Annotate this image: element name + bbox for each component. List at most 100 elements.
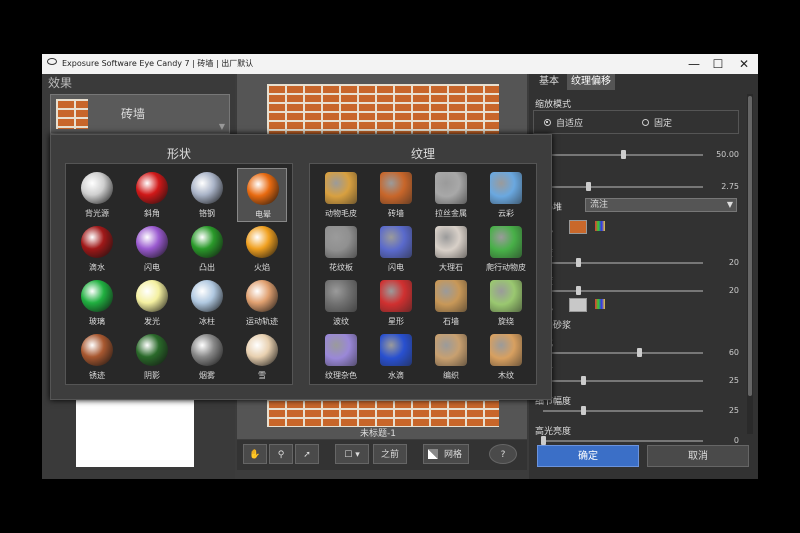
slider-thumb[interactable] bbox=[541, 436, 546, 445]
slider-value: 60 bbox=[728, 348, 739, 357]
maximize-button[interactable]: ☐ bbox=[704, 55, 732, 73]
radio-fixed[interactable] bbox=[642, 119, 649, 126]
shape-label: 凸出 bbox=[199, 263, 215, 272]
snow-icon bbox=[246, 334, 278, 366]
shape-item[interactable]: 阴影 bbox=[127, 330, 177, 384]
eye-logo-icon bbox=[47, 58, 57, 65]
slider-thumb[interactable] bbox=[637, 348, 642, 357]
slider-thumb[interactable] bbox=[581, 406, 586, 415]
select-tool-button[interactable]: ➚ bbox=[295, 444, 319, 464]
brushed-metal-icon bbox=[435, 172, 467, 204]
shape-item[interactable]: 凸出 bbox=[182, 222, 232, 276]
slider-track[interactable] bbox=[543, 440, 703, 442]
slider-thumb[interactable] bbox=[576, 258, 582, 267]
texture-item[interactable]: 水滴 bbox=[371, 330, 421, 384]
rust-icon bbox=[81, 334, 113, 366]
slider-thumb[interactable] bbox=[581, 376, 586, 385]
backlight-icon bbox=[81, 172, 113, 204]
texture-item[interactable]: 波纹 bbox=[316, 276, 366, 330]
effect-selector[interactable]: 砖墙 ▼ bbox=[50, 94, 230, 134]
texture-label: 石墙 bbox=[443, 317, 459, 326]
palette-icon[interactable] bbox=[595, 221, 605, 231]
brick-preview-top bbox=[267, 84, 499, 134]
settings-scrollbar[interactable] bbox=[747, 94, 753, 434]
palette-icon[interactable] bbox=[595, 299, 605, 309]
shape-item[interactable]: 背光源 bbox=[72, 168, 122, 222]
shape-label: 火焰 bbox=[254, 263, 270, 272]
texture-label: 木纹 bbox=[498, 371, 514, 380]
before-button[interactable]: 之前 bbox=[373, 444, 407, 464]
shape-label: 背光源 bbox=[85, 209, 109, 218]
help-button[interactable]: ? bbox=[489, 444, 517, 464]
water-drops-icon bbox=[380, 334, 412, 366]
slider-value: 20 bbox=[728, 258, 739, 267]
scrollbar-thumb[interactable] bbox=[748, 96, 752, 396]
shape-label: 铬钢 bbox=[199, 209, 215, 218]
texture-item[interactable]: 旋绕 bbox=[481, 276, 531, 330]
slider-track[interactable] bbox=[543, 380, 703, 382]
shape-item[interactable]: 斜角 bbox=[127, 168, 177, 222]
radio-auto[interactable] bbox=[544, 119, 551, 126]
navigator-thumbnail[interactable] bbox=[76, 400, 194, 467]
color-swatch[interactable] bbox=[569, 220, 587, 234]
reptile-skin-icon bbox=[490, 226, 522, 258]
brick-wall-thumbnail bbox=[56, 99, 88, 129]
shape-item[interactable]: 滴水 bbox=[72, 222, 122, 276]
tab-basic[interactable]: 基本 bbox=[535, 74, 563, 90]
tab-texture-offset[interactable]: 纹理偏移 bbox=[567, 74, 615, 90]
shape-label: 电晕 bbox=[255, 210, 271, 219]
effects-header: 效果 bbox=[48, 76, 73, 90]
textures-title: 纹理 bbox=[410, 147, 435, 161]
shape-item[interactable]: 发光 bbox=[127, 276, 177, 330]
shape-item[interactable]: 雪 bbox=[237, 330, 287, 384]
zoom-mode-label: 缩放模式 bbox=[535, 100, 572, 110]
texture-label: 拉丝金属 bbox=[435, 209, 467, 218]
shape-item[interactable]: 冰柱 bbox=[182, 276, 232, 330]
checker-icon bbox=[428, 449, 438, 459]
shape-item[interactable]: 烟雾 bbox=[182, 330, 232, 384]
shape-label: 运动轨迹 bbox=[246, 317, 278, 326]
texture-item[interactable]: 动物毛皮 bbox=[316, 168, 366, 222]
slider-thumb[interactable] bbox=[585, 182, 591, 191]
texture-item[interactable]: 拉丝金属 bbox=[426, 168, 476, 222]
shape-item[interactable]: 运动轨迹 bbox=[237, 276, 287, 330]
texture-item[interactable]: 云彩 bbox=[481, 168, 531, 222]
texture-item[interactable]: 闪电 bbox=[371, 222, 421, 276]
shape-item[interactable]: 铬钢 bbox=[182, 168, 232, 222]
grid-button[interactable]: 网格 bbox=[423, 444, 469, 464]
color-swatch[interactable] bbox=[569, 298, 587, 312]
hand-tool-button[interactable]: ✋ bbox=[243, 444, 267, 464]
textures-grid: 动物毛皮 砖墙 拉丝金属 云彩花纹板 闪电 大理石 爬行动物皮波纹 星形 石墙 旋绕纹理杂色 水滴 编… bbox=[309, 163, 537, 385]
ok-button[interactable]: 确定 bbox=[537, 445, 639, 467]
slider-track[interactable] bbox=[543, 262, 703, 264]
drip-icon bbox=[81, 226, 113, 258]
shape-item[interactable]: 电晕 bbox=[237, 168, 287, 222]
grid-label: 网格 bbox=[443, 450, 462, 460]
texture-item[interactable]: 编织 bbox=[426, 330, 476, 384]
texture-item[interactable]: 纹理杂色 bbox=[316, 330, 366, 384]
zoom-tool-button[interactable]: ⚲ bbox=[269, 444, 293, 464]
slider-track[interactable] bbox=[543, 352, 703, 354]
slider-thumb[interactable] bbox=[621, 150, 626, 159]
slider-track[interactable] bbox=[543, 186, 703, 188]
slider-track[interactable] bbox=[543, 410, 703, 412]
shape-item[interactable]: 火焰 bbox=[237, 222, 287, 276]
slider-thumb[interactable] bbox=[576, 286, 582, 295]
shape-item[interactable]: 闪电 bbox=[127, 222, 177, 276]
texture-label: 动物毛皮 bbox=[325, 209, 357, 218]
cancel-button[interactable]: 取消 bbox=[647, 445, 749, 467]
texture-label: 纹理杂色 bbox=[325, 371, 357, 380]
shape-item[interactable]: 锈迹 bbox=[72, 330, 122, 384]
pattern-dropdown[interactable]: 流注 ▼ bbox=[585, 198, 737, 212]
shape-item[interactable]: 玻璃 bbox=[72, 276, 122, 330]
texture-item[interactable]: 石墙 bbox=[426, 276, 476, 330]
close-button[interactable]: ✕ bbox=[730, 55, 758, 73]
slider-track[interactable] bbox=[543, 290, 703, 292]
texture-item[interactable]: 星形 bbox=[371, 276, 421, 330]
texture-item[interactable]: 花纹板 bbox=[316, 222, 366, 276]
texture-item[interactable]: 木纹 bbox=[481, 330, 531, 384]
texture-item[interactable]: 大理石 bbox=[426, 222, 476, 276]
texture-item[interactable]: 爬行动物皮 bbox=[481, 222, 531, 276]
texture-item[interactable]: 砖墙 bbox=[371, 168, 421, 222]
view-mode-button[interactable]: ☐ ▾ bbox=[335, 444, 369, 464]
